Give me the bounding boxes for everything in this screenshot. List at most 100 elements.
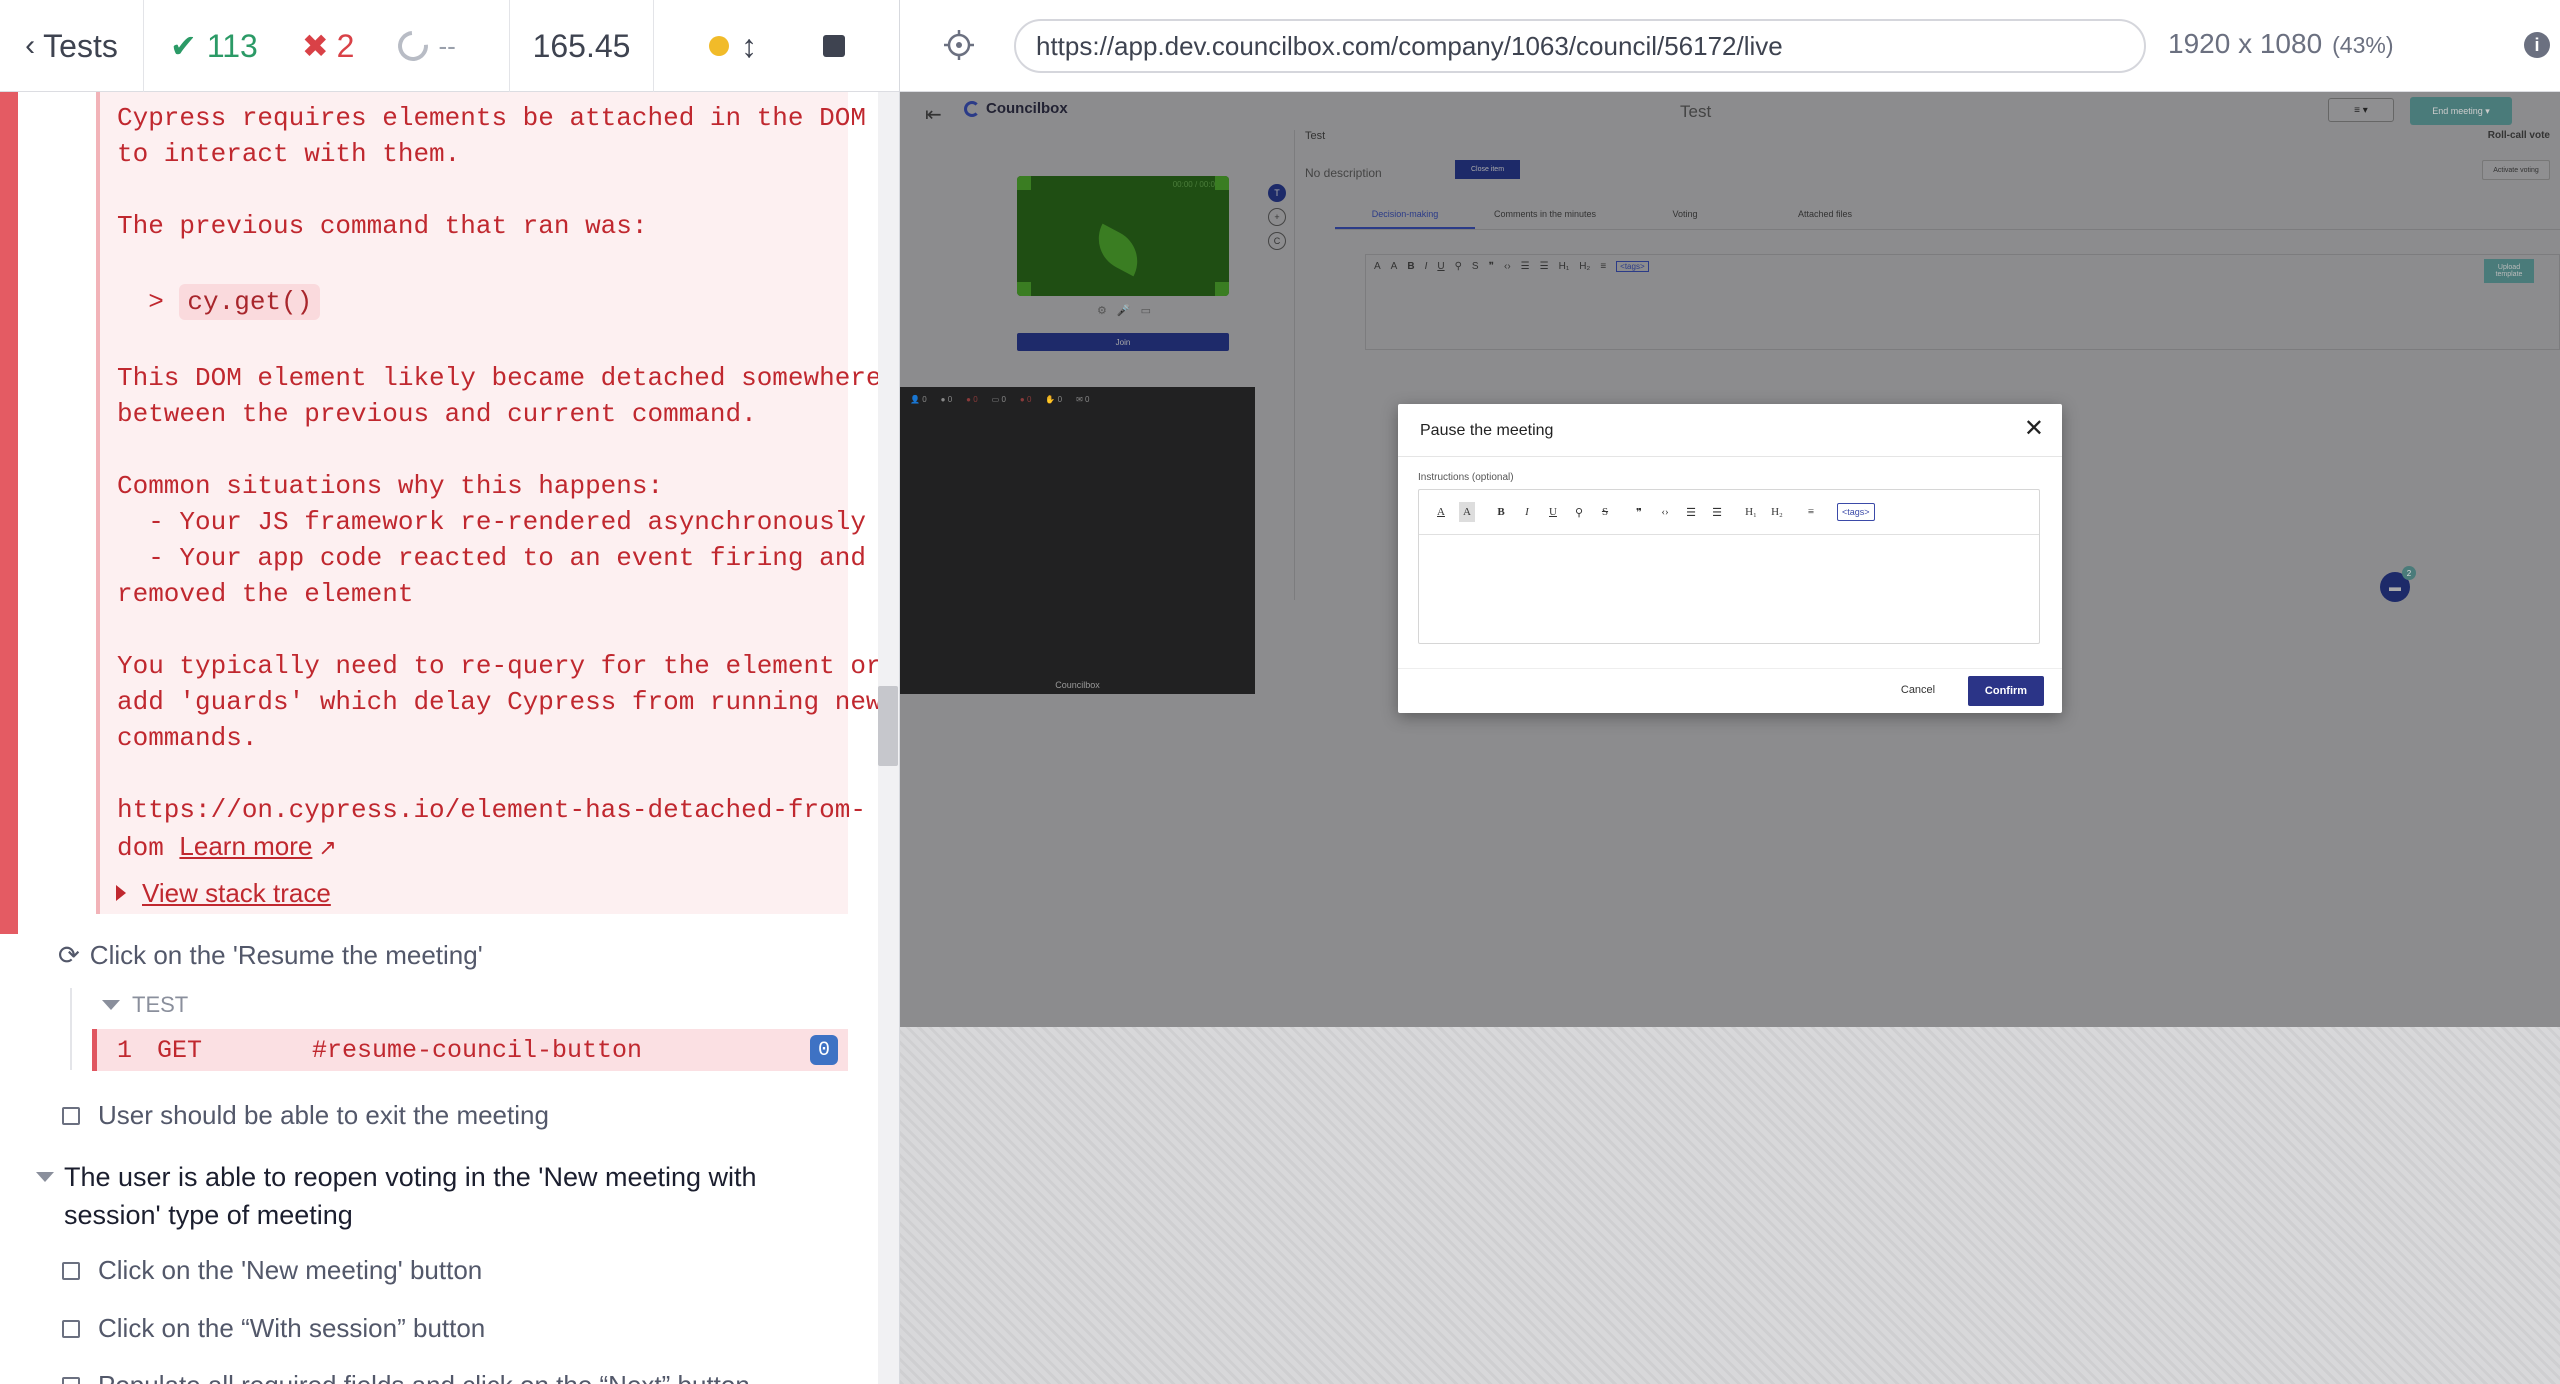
- bullet-list-icon[interactable]: ☰: [1540, 261, 1549, 272]
- view-stack-trace-label: View stack trace: [142, 877, 331, 908]
- activate-voting-button[interactable]: Activate voting: [2482, 160, 2550, 180]
- strikethrough-icon[interactable]: S: [1597, 502, 1613, 522]
- running-step[interactable]: ⟳ Click on the 'Resume the meeting': [58, 940, 899, 971]
- menu-button[interactable]: ≡ ▾: [2328, 98, 2394, 122]
- code-icon[interactable]: ‹›: [1657, 502, 1673, 522]
- run-duration: 165.45: [510, 0, 654, 92]
- bullet-list-icon[interactable]: ☰: [1709, 502, 1725, 522]
- error-line: [117, 756, 828, 792]
- chevron-left-icon: ‹: [25, 29, 36, 62]
- view-stack-trace-toggle[interactable]: View stack trace: [96, 872, 848, 914]
- instructions-editor[interactable]: A A B I U ⚲ S ❞ ‹› ☰ ☰ H₁ H₂ ≡ <tags>: [1418, 489, 2040, 644]
- background-color-icon[interactable]: A: [1459, 502, 1475, 522]
- strike-icon[interactable]: S: [1472, 261, 1479, 272]
- link-icon[interactable]: ⚲: [1571, 502, 1587, 522]
- underline-icon[interactable]: U: [1437, 261, 1444, 272]
- tab-voting[interactable]: Voting: [1615, 200, 1755, 229]
- agenda-description: No description: [1305, 166, 1382, 180]
- underline-icon[interactable]: U: [1545, 502, 1561, 522]
- step-item[interactable]: Populate all required fields and click o…: [62, 1370, 899, 1384]
- confirm-button[interactable]: Confirm: [1968, 676, 2044, 706]
- cypress-reporter: ‹ Tests ✔ 113 ✖ 2 -- 165.45 ↕ Cypress re…: [0, 0, 900, 1384]
- settings-icon[interactable]: ⚙: [1097, 304, 1107, 317]
- selector-playground-icon[interactable]: [942, 28, 976, 62]
- tags-button[interactable]: <tags>: [1616, 261, 1649, 272]
- heading1-icon[interactable]: H₁: [1559, 261, 1570, 272]
- test-counts: ✔ 113 ✖ 2 --: [144, 0, 510, 92]
- chat-button[interactable]: ▬ 2: [2380, 566, 2416, 602]
- link-icon[interactable]: ⚲: [1455, 261, 1462, 272]
- upload-template-button[interactable]: Upload template: [2484, 259, 2534, 283]
- step-item[interactable]: Click on the “With session” button: [62, 1313, 899, 1344]
- align-icon[interactable]: ≡: [1600, 261, 1606, 272]
- cancel-button[interactable]: Cancel: [1890, 675, 1946, 705]
- reporter-scrollbar-thumb[interactable]: [878, 686, 898, 766]
- url-bar[interactable]: https://app.dev.councilbox.com/company/1…: [1014, 19, 2146, 73]
- agenda-item-title: Test: [1305, 130, 1326, 142]
- tab-decision-making[interactable]: Decision-making: [1335, 200, 1475, 229]
- checkbox-icon: [62, 1106, 80, 1125]
- error-line: [117, 324, 828, 360]
- add-icon[interactable]: +: [1268, 208, 1286, 226]
- font-color-icon[interactable]: A: [1374, 261, 1381, 272]
- learn-more-link[interactable]: Learn more: [179, 831, 312, 861]
- exit-icon[interactable]: ⇤: [925, 102, 942, 127]
- join-button[interactable]: Join: [1017, 333, 1229, 351]
- pending-count[interactable]: --: [392, 24, 456, 68]
- bold-icon[interactable]: B: [1493, 502, 1509, 522]
- heading2-icon[interactable]: H₂: [1769, 502, 1785, 522]
- background-color-icon[interactable]: A: [1391, 261, 1398, 272]
- code-icon[interactable]: ‹›: [1504, 261, 1511, 272]
- auto-scroll-icon[interactable]: ↕: [741, 28, 757, 65]
- end-meeting-button[interactable]: End meeting ▾: [2410, 97, 2512, 125]
- ordered-list-icon[interactable]: ☰: [1521, 261, 1530, 272]
- agenda-editor[interactable]: A A B I U ⚲ S ❞ ‹› ☰ ☰ H₁ H₂ ≡ <tags> Up…: [1365, 254, 2560, 350]
- align-icon[interactable]: ≡: [1803, 502, 1819, 522]
- passed-count[interactable]: ✔ 113: [170, 27, 258, 65]
- checkbox-icon: [62, 1261, 80, 1280]
- failed-command-row[interactable]: 1 GET #resume-council-button 0: [92, 1029, 848, 1071]
- caret-down-icon: [102, 1000, 120, 1010]
- heading1-icon[interactable]: H₁: [1743, 502, 1759, 522]
- quote-icon[interactable]: ❞: [1631, 502, 1647, 522]
- error-line: to interact with them.: [117, 139, 461, 169]
- comment-icon[interactable]: C: [1268, 232, 1286, 250]
- font-color-icon[interactable]: A: [1433, 502, 1449, 522]
- corner-mark: [1215, 282, 1229, 296]
- stop-button[interactable]: [823, 35, 845, 57]
- step-label: User should be able to exit the meeting: [98, 1100, 549, 1130]
- video-icon: ▭ 0: [991, 395, 1006, 404]
- external-link-icon: ↗: [318, 836, 337, 861]
- side-toolbar: T + C: [1257, 130, 1295, 600]
- italic-icon[interactable]: I: [1519, 502, 1535, 522]
- italic-icon[interactable]: I: [1425, 261, 1428, 272]
- close-icon[interactable]: ✕: [2024, 417, 2044, 441]
- error-line: [117, 612, 828, 648]
- step-guide-line: [70, 988, 72, 1070]
- step-item[interactable]: User should be able to exit the meeting: [62, 1100, 899, 1131]
- tags-button[interactable]: <tags>: [1837, 503, 1875, 521]
- check-icon: ✔: [170, 28, 197, 64]
- command-name: GET: [157, 1035, 203, 1065]
- video-area: 00:00 / 00:0 ⚙ 🎤 ▭ Join 👤 0 ● 0 ● 0 ▭ 0 …: [900, 130, 1255, 694]
- pending-value: --: [438, 30, 456, 61]
- step-item[interactable]: Click on the 'New meeting' button: [62, 1255, 899, 1286]
- bold-icon[interactable]: B: [1407, 261, 1414, 272]
- back-to-tests-button[interactable]: ‹ Tests: [0, 0, 144, 92]
- quote-icon[interactable]: ❞: [1489, 261, 1494, 272]
- heading2-icon[interactable]: H₂: [1579, 261, 1590, 272]
- tab-comments[interactable]: Comments in the minutes: [1475, 200, 1615, 229]
- camera-icon[interactable]: ▭: [1141, 304, 1151, 317]
- step-label: Click on the 'New meeting' button: [98, 1255, 483, 1285]
- failed-count[interactable]: ✖ 2: [302, 27, 355, 65]
- tab-attached-files[interactable]: Attached files: [1755, 200, 1895, 229]
- previous-command-chip: cy.get(): [179, 284, 321, 320]
- microphone-icon[interactable]: 🎤: [1117, 304, 1131, 317]
- ordered-list-icon[interactable]: ☰: [1683, 502, 1699, 522]
- close-item-button[interactable]: Close item: [1455, 160, 1520, 179]
- viewport-scale: (43%): [2332, 32, 2394, 58]
- info-icon[interactable]: i: [2524, 32, 2550, 58]
- test-body-toggle[interactable]: TEST: [102, 992, 188, 1018]
- user-avatar-icon[interactable]: T: [1268, 184, 1286, 202]
- viewport-info[interactable]: 1920 x 1080 (43%): [2168, 28, 2394, 60]
